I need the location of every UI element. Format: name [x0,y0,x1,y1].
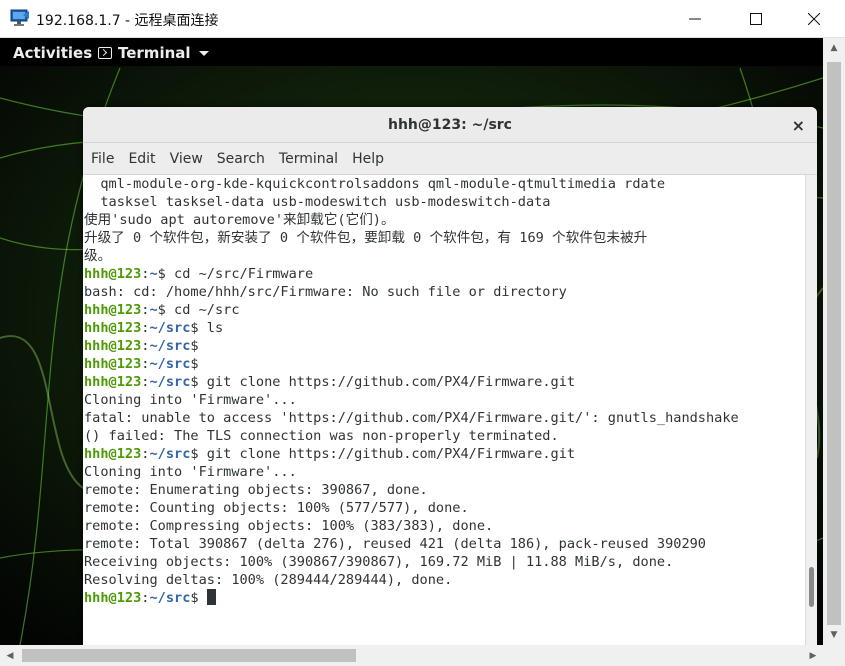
terminal-line: qml-module-org-kde-kquickcontrolsaddons … [84,176,666,192]
command-text: $ [190,338,199,354]
minimize-icon [689,18,701,20]
rdp-title-bar[interactable]: 192.168.1.7 - 远程桌面连接 [0,0,845,38]
terminal-line: 使用'sudo apt autoremove'来卸载它(它们)。 [84,212,395,228]
app-menu-button[interactable]: Terminal [98,44,209,62]
prompt-path: ~/src [149,320,191,336]
terminal-line: 级。 [84,248,112,264]
terminal-line: Cloning into 'Firmware'... [84,464,297,480]
vertical-scrollbar[interactable]: ▲ ▼ [823,38,845,645]
terminal-line: remote: Compressing objects: 100% (383/3… [84,518,494,534]
maximize-icon [750,13,762,25]
command-text: $ ls [190,320,224,336]
terminal-lines: qml-module-org-kde-kquickcontrolsaddons … [84,175,739,607]
close-icon [808,13,820,25]
terminal-line: Cloning into 'Firmware'... [84,392,297,408]
terminal-line: hhh@123:~/src$ [84,337,739,355]
terminal-line: fatal: unable to access 'https://github.… [84,410,739,426]
app-menu-label: Terminal [118,44,191,62]
menu-item-edit[interactable]: Edit [128,151,155,167]
terminal-line: hhh@123:~/src$ git clone https://github.… [84,445,739,463]
terminal-line: () failed: The TLS connection was non-pr… [84,428,559,444]
terminal-close-button[interactable]: × [792,116,805,135]
menu-item-help[interactable]: Help [352,151,384,167]
menu-item-search[interactable]: Search [217,151,265,167]
command-text: $ git clone https://github.com/PX4/Firmw… [190,374,576,390]
prompt-user: hhh@123 [84,338,142,354]
minimize-button[interactable] [672,0,718,38]
terminal-line: Resolving deltas: 100% (289444/289444), … [84,572,453,588]
prompt-path: ~/src [149,338,191,354]
prompt-path: ~/src [149,446,191,462]
scroll-right-arrow-icon[interactable]: ▶ [803,645,823,666]
menu-item-view[interactable]: View [170,151,203,167]
command-text: $ cd ~/src [157,302,240,318]
prompt-path: ~ [149,266,158,282]
terminal-title: hhh@123: ~/src [388,117,512,133]
terminal-line: hhh@123:~$ cd ~/src/Firmware [84,265,739,283]
scroll-left-arrow-icon[interactable]: ◀ [0,645,20,666]
terminal-scrollbar[interactable] [805,175,817,645]
menu-item-file[interactable]: File [91,151,114,167]
chevron-down-icon [198,50,209,56]
text-cursor [206,589,216,605]
horizontal-scrollbar-thumb[interactable] [22,649,356,662]
command-text: $ git clone https://github.com/PX4/Firmw… [190,446,576,462]
prompt-user: hhh@123 [84,446,142,462]
prompt-path: ~ [149,302,158,318]
terminal-line: remote: Counting objects: 100% (577/577)… [84,500,469,516]
terminal-line: remote: Total 390867 (delta 276), reused… [84,536,706,552]
terminal-icon [98,47,112,59]
terminal-line: tasksel tasksel-data usb-modeswitch usb-… [84,194,551,210]
terminal-line: hhh@123:~/src$ [84,355,739,373]
window-title: 192.168.1.7 - 远程桌面连接 [36,13,219,29]
terminal-scrollbar-thumb[interactable] [809,567,814,607]
prompt-user: hhh@123 [84,356,142,372]
terminal-line: hhh@123:~/src$ ls [84,319,739,337]
prompt-user: hhh@123 [84,302,142,318]
prompt-user: hhh@123 [84,590,142,606]
terminal-menu-bar: File Edit View Search Terminal Help [83,143,817,175]
terminal-line: hhh@123:~/src$ git clone https://github.… [84,373,739,391]
terminal-header-bar[interactable]: hhh@123: ~/src × [83,107,817,143]
activities-button[interactable]: Activities [13,44,92,62]
terminal-output[interactable]: qml-module-org-kde-kquickcontrolsaddons … [83,175,805,645]
terminal-line: 升级了 0 个软件包，新安装了 0 个软件包，要卸载 0 个软件包，有 169 … [84,230,648,246]
maximize-button[interactable] [733,0,779,38]
terminal-line: hhh@123:~$ cd ~/src [84,301,739,319]
command-text: $ [190,356,199,372]
scroll-up-arrow-icon[interactable]: ▲ [823,38,845,58]
terminal-line: Receiving objects: 100% (390867/390867),… [84,554,674,570]
gnome-top-bar: Activities Terminal [0,38,823,66]
prompt-user: hhh@123 [84,374,142,390]
vertical-scrollbar-thumb[interactable] [827,62,841,625]
terminal-line: bash: cd: /home/hhh/src/Firmware: No suc… [84,284,567,300]
prompt-path: ~/src [149,356,191,372]
terminal-line: remote: Enumerating objects: 390867, don… [84,482,428,498]
remote-desktop[interactable]: Activities Terminal hhh@123: ~/src × Fil… [0,38,823,645]
close-button[interactable] [791,0,837,38]
command-text: $ [190,590,207,606]
terminal-line: hhh@123:~/src$ [84,589,739,607]
prompt-path: ~/src [149,374,191,390]
menu-item-terminal[interactable]: Terminal [279,151,338,167]
command-text: $ cd ~/src/Firmware [157,266,314,282]
remote-desktop-icon [10,9,29,26]
prompt-user: hhh@123 [84,320,142,336]
scrollbar-corner [823,645,845,666]
terminal-window[interactable]: hhh@123: ~/src × File Edit View Search Termi… [83,107,817,645]
scroll-down-arrow-icon[interactable]: ▼ [823,625,845,645]
prompt-path: ~/src [149,590,191,606]
prompt-user: hhh@123 [84,266,142,282]
horizontal-scrollbar[interactable]: ◀ ▶ [0,645,823,666]
